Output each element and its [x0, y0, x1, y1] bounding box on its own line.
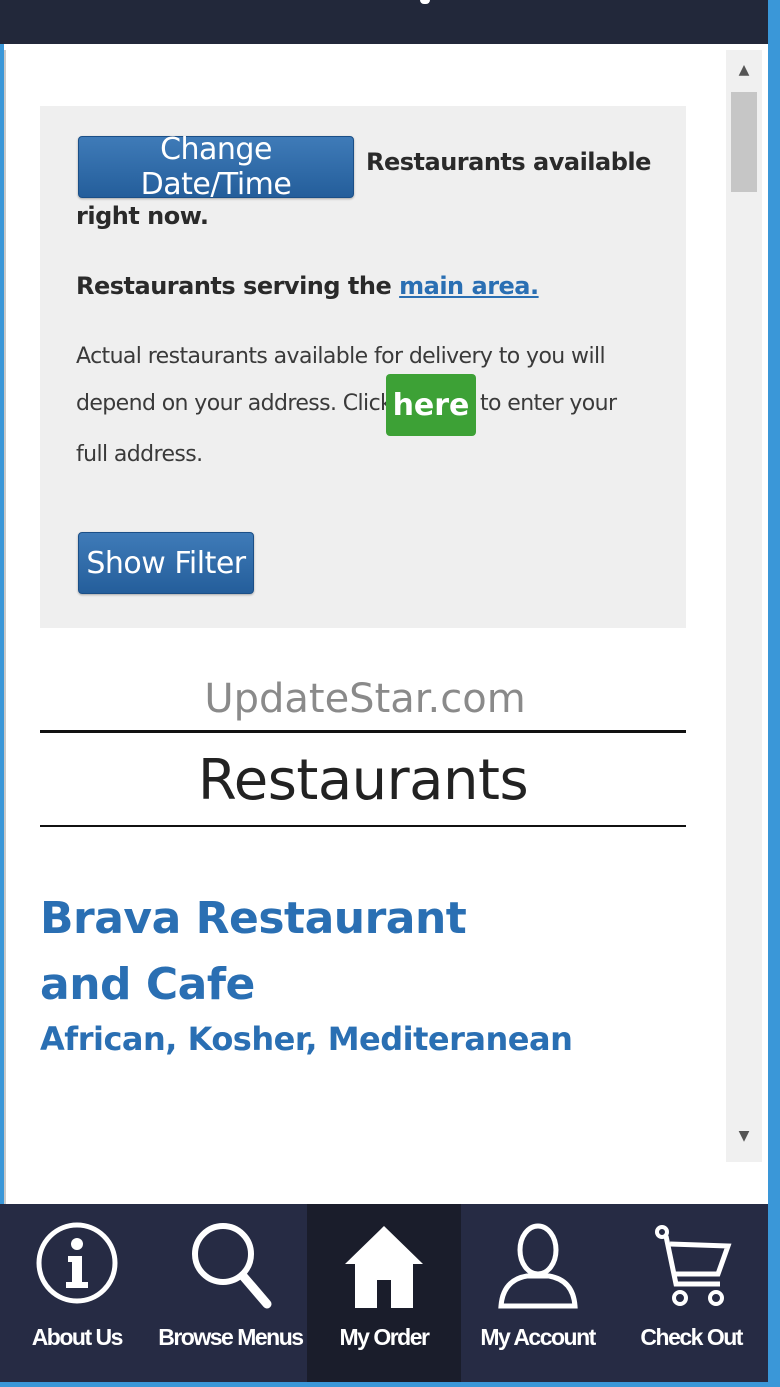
scroll-down-arrow-icon[interactable]: ▼: [726, 1116, 762, 1156]
search-icon: [154, 1218, 308, 1328]
info-icon: [0, 1218, 154, 1328]
app-content: Change Date/Time Restaurants available r…: [4, 44, 768, 1212]
vertical-scrollbar[interactable]: ▲ ▼: [726, 50, 762, 1162]
user-icon: [461, 1218, 615, 1328]
main-area-link[interactable]: main area.: [399, 272, 539, 300]
info-box: Change Date/Time Restaurants available r…: [40, 106, 686, 628]
show-filter-button[interactable]: Show Filter: [78, 532, 254, 594]
nav-about-us-label: About Us: [31, 1324, 124, 1350]
nav-my-account-label: My Account: [480, 1324, 596, 1350]
divider-top: [40, 730, 686, 733]
home-icon: [307, 1218, 461, 1328]
change-date-time-button[interactable]: Change Date/Time: [78, 132, 354, 202]
nav-my-order[interactable]: My Order: [307, 1204, 461, 1382]
section-title: Restaurants: [197, 748, 529, 813]
serving-area-text: Restaurants serving the main area.: [76, 272, 539, 300]
serving-prefix: Restaurants serving the: [76, 272, 392, 300]
nav-check-out-label: Check Out: [640, 1324, 743, 1350]
nav-my-order-label: My Order: [339, 1324, 429, 1350]
window-title-bar: [0, 0, 768, 44]
cart-icon: [614, 1218, 768, 1328]
nav-browse-menus[interactable]: Browse Menus: [154, 1204, 308, 1382]
restaurant-name-link[interactable]: Brava Restaurant and Cafe: [40, 886, 560, 1018]
nav-about-us[interactable]: About Us: [0, 1204, 154, 1382]
availability-text-cont: right now.: [76, 202, 209, 230]
nav-check-out[interactable]: Check Out: [614, 1204, 768, 1382]
watermark: UpdateStar.com: [204, 676, 526, 722]
nav-browse-menus-label: Browse Menus: [158, 1324, 304, 1350]
address-note-line1: Actual restaurants available for deliver…: [76, 344, 606, 369]
scroll-thumb[interactable]: [731, 92, 757, 192]
scroll-pane: Change Date/Time Restaurants available r…: [4, 50, 724, 1212]
here-button[interactable]: here: [386, 374, 476, 436]
divider-bottom: [40, 825, 686, 827]
bottom-navigation: About Us Browse Menus My Order My Accoun…: [0, 1204, 768, 1382]
nav-my-account[interactable]: My Account: [461, 1204, 615, 1382]
address-note-line2: depend on your address. Click: [76, 391, 393, 416]
scroll-up-arrow-icon[interactable]: ▲: [726, 50, 762, 90]
restaurant-cuisine: African, Kosher, Mediteranean: [40, 1020, 573, 1058]
address-note-line2-end: to enter your: [480, 391, 617, 416]
address-note-line3: full address.: [76, 442, 203, 467]
availability-text: Restaurants available: [366, 148, 651, 176]
